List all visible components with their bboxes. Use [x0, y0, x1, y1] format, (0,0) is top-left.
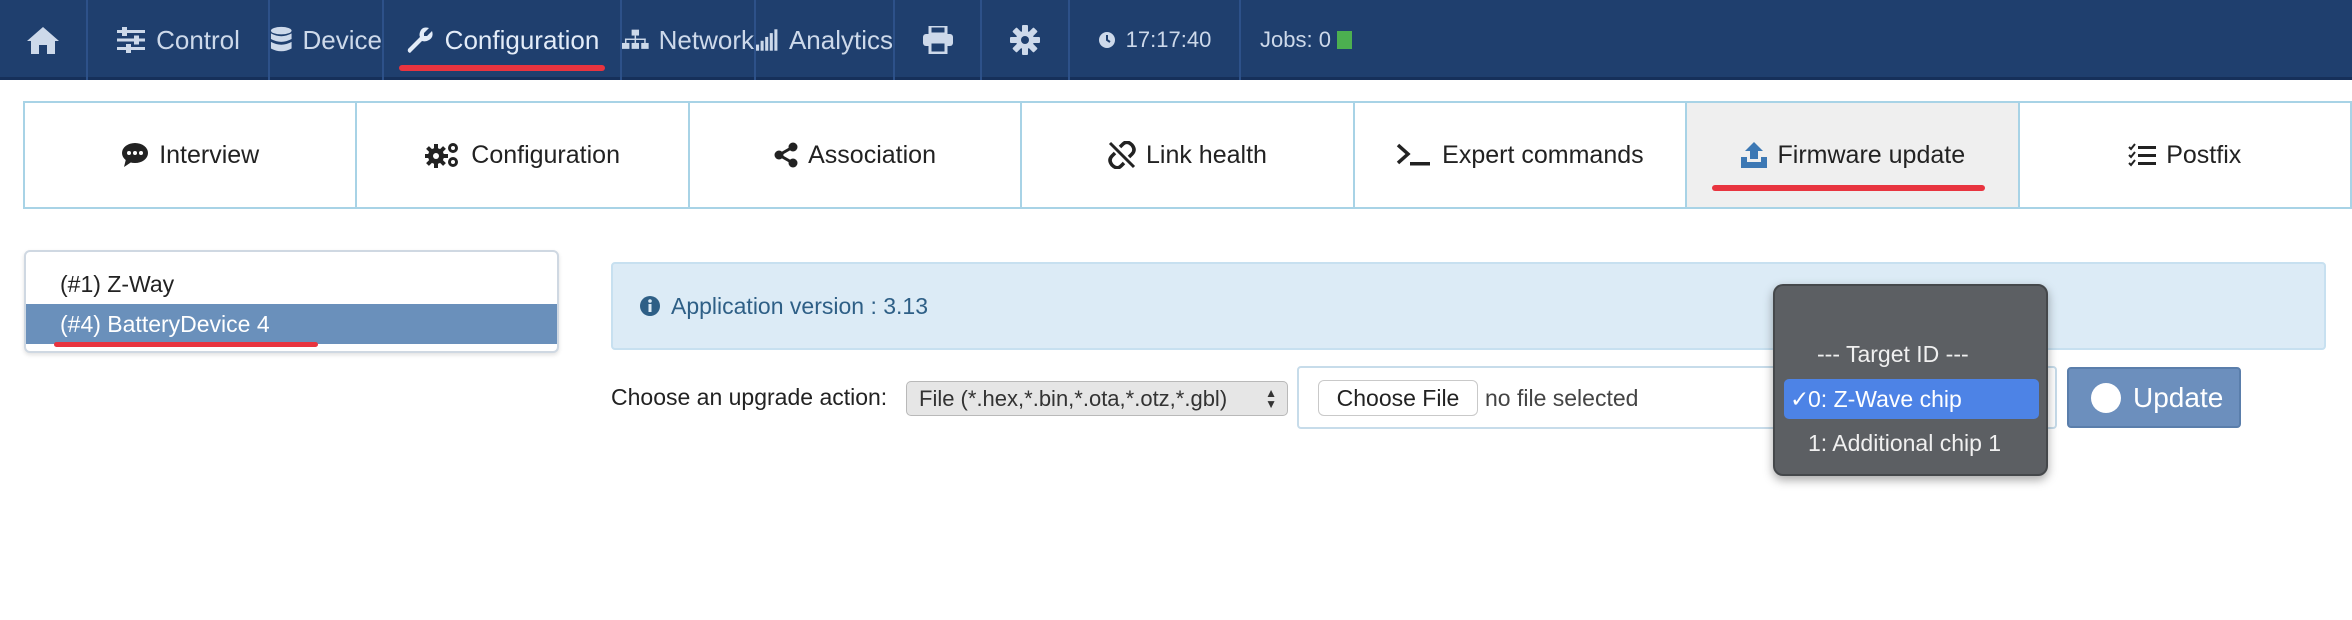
device-item-z-way[interactable]: (#1) Z-Way [26, 264, 557, 304]
sliders-icon [117, 27, 146, 53]
tab-interview-label: Interview [159, 140, 260, 169]
upgrade-action-value: File (*.hex,*.bin,*.ota,*.otz,*.gbl) [919, 386, 1228, 411]
upgrade-action-label: Choose an upgrade action: [611, 384, 888, 410]
dropdown-option-z-wave-chip[interactable]: ✓ 0: Z-Wave chip [1784, 379, 2039, 419]
upgrade-action-select[interactable]: File (*.hex,*.bin,*.ota,*.otz,*.gbl) ▲ ▼ [906, 381, 1288, 416]
job-status-square-icon [1336, 31, 1352, 49]
top-navbar: Control Device Configuration Network Ana… [0, 0, 2352, 80]
tab-configuration[interactable]: Configuration [357, 103, 690, 207]
active-nav-underline [399, 65, 605, 71]
nav-network[interactable]: Network [622, 0, 756, 80]
update-button-label: Update [2133, 381, 2224, 413]
nav-jobs[interactable]: Jobs: 0 [1241, 0, 1371, 80]
nav-settings[interactable] [982, 0, 1070, 80]
upload-icon [1740, 142, 1767, 168]
tab-association[interactable]: Association [689, 103, 1023, 207]
nav-configuration[interactable]: Configuration [384, 0, 622, 80]
nav-analytics-label: Analytics [788, 24, 893, 55]
nav-home[interactable] [0, 0, 88, 80]
device-list: (#1) Z-Way (#4) BatteryDevice 4 [24, 250, 559, 353]
update-button[interactable]: Update [2067, 367, 2241, 428]
gear-icon [1010, 25, 1040, 55]
home-icon [27, 27, 59, 54]
share-icon [774, 142, 798, 168]
dropdown-option-label: 0: Z-Wave chip [1808, 386, 1962, 412]
clock-time: 17:17:40 [1125, 27, 1212, 52]
database-icon [270, 26, 292, 52]
signal-bars-icon [756, 29, 778, 51]
tab-postfix-label: Postfix [2166, 140, 2242, 169]
tab-link-health[interactable]: Link health [1022, 103, 1355, 207]
nav-clock: 17:17:40 [1070, 0, 1241, 80]
tab-association-label: Association [808, 140, 936, 169]
printer-icon [922, 26, 953, 54]
select-arrows-icon: ▲ ▼ [1265, 386, 1277, 411]
active-tab-underline [1712, 185, 1986, 191]
no-file-selected-text: no file selected [1485, 385, 1639, 411]
nav-device[interactable]: Device [270, 0, 384, 80]
nav-print[interactable] [895, 0, 982, 80]
sitemap-icon [622, 29, 649, 49]
nav-analytics[interactable]: Analytics [756, 0, 895, 80]
checkmark-icon: ✓ [1790, 386, 1810, 412]
nav-network-label: Network [658, 24, 754, 55]
device-config-tabs: Interview Configuration Association Link… [23, 101, 2352, 209]
tab-configuration-label: Configuration [471, 140, 620, 169]
target-id-dropdown[interactable]: --- Target ID --- ✓ 0: Z-Wave chip 1: Ad… [1773, 284, 2048, 476]
tab-expert-commands-label: Expert commands [1442, 140, 1644, 169]
device-item-label: (#4) BatteryDevice 4 [60, 311, 270, 337]
tab-firmware-update-label: Firmware update [1777, 140, 1966, 169]
nav-device-label: Device [302, 24, 382, 55]
broken-link-icon [1108, 141, 1136, 169]
dropdown-option-target-header: --- Target ID --- [1784, 334, 2039, 374]
comment-icon [122, 143, 149, 167]
checklist-icon [2128, 143, 2157, 167]
application-version-text: Application version : 3.13 [671, 292, 928, 319]
choose-file-button[interactable]: Choose File [1318, 380, 1478, 416]
spinner-icon [2091, 382, 2121, 413]
tab-link-health-label: Link health [1146, 140, 1267, 169]
jobs-label: Jobs: 0 [1260, 27, 1331, 52]
dropdown-option-label: 1: Additional chip 1 [1808, 430, 2002, 456]
device-item-battery-device-4[interactable]: (#4) BatteryDevice 4 [26, 304, 557, 347]
application-version-alert: Application version : 3.13 [611, 262, 2326, 350]
wrench-icon [407, 27, 433, 53]
gears-icon [425, 143, 459, 168]
tab-firmware-update[interactable]: Firmware update [1687, 103, 2020, 207]
tab-expert-commands[interactable]: Expert commands [1354, 103, 1688, 207]
selected-device-underline [54, 342, 318, 347]
dropdown-option-label: --- Target ID --- [1817, 341, 1969, 367]
nav-configuration-label: Configuration [444, 24, 600, 55]
tab-interview[interactable]: Interview [25, 103, 358, 207]
nav-control-label: Control [156, 24, 240, 55]
dropdown-option-additional-chip-1[interactable]: 1: Additional chip 1 [1784, 423, 2039, 463]
clock-icon [1098, 32, 1115, 48]
terminal-icon [1396, 143, 1431, 166]
nav-control[interactable]: Control [88, 0, 270, 80]
info-circle-icon [640, 296, 660, 316]
tab-postfix[interactable]: Postfix [2019, 103, 2350, 207]
